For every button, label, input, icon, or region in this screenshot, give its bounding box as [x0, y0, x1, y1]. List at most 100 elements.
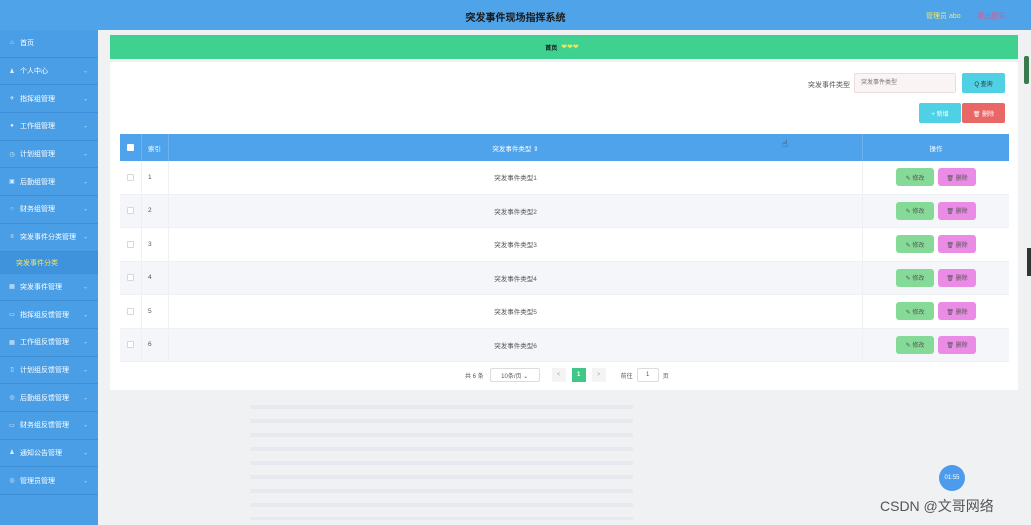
main-panel: 突发事件类型 Q 查询 + 新增 🗑 删除 索引 突发事件类型 ⇕ ☝ 操作 1…	[110, 62, 1018, 390]
sidebar-item[interactable]: ▦ 突发事件管理 ⌄	[0, 274, 98, 302]
sidebar-item-label: 个人中心	[20, 68, 48, 76]
chevron-down-icon: ⌄	[82, 234, 88, 241]
prev-page-button[interactable]: <	[551, 368, 566, 382]
user-icon: ♟	[9, 450, 15, 457]
sidebar-item[interactable]: ○ 财务组管理 ⌄	[0, 196, 98, 224]
app-title: 突发事件现场指挥系统	[465, 13, 566, 24]
row-checkbox[interactable]	[127, 207, 134, 215]
page-1-button[interactable]: 1	[571, 368, 586, 382]
chevron-down-icon: ⌄	[82, 450, 88, 457]
logout-link[interactable]: 退出登录	[977, 11, 1005, 21]
edge-handle[interactable]	[1027, 248, 1031, 276]
table-row: 4 突发事件类型4 ✎ 修改 🗑 删除	[120, 261, 1009, 295]
sidebar-item[interactable]: ≡ 突发事件分类管理 ⌄	[0, 224, 98, 252]
sidebar-item[interactable]: ◷ 计划组管理 ⌄	[0, 141, 98, 169]
doc-icon: ▯	[10, 367, 14, 374]
edit-button[interactable]: ✎ 修改	[896, 168, 934, 187]
row-index: 2	[142, 194, 169, 227]
row-checkbox[interactable]	[127, 240, 134, 248]
chevron-down-icon: ⌄	[82, 312, 88, 319]
edit-button[interactable]: ✎ 修改	[896, 302, 934, 321]
menu-icon: ≡	[10, 234, 14, 241]
pagination: 共 6 条 10条/页 ⌄ < 1 > 前往 1 页	[465, 368, 669, 382]
delete-button[interactable]: 🗑 删除	[938, 201, 976, 220]
goto-prefix: 前往	[620, 373, 633, 380]
chevron-down-icon: ⌄	[82, 179, 88, 186]
chevron-down-icon: ⌄	[82, 284, 88, 291]
bulk-delete-button[interactable]: 🗑 删除	[962, 103, 1005, 123]
row-type: 突发事件类型3	[169, 228, 863, 261]
delete-button[interactable]: 🗑 删除	[938, 168, 976, 187]
chevron-down-icon: ⌄	[82, 151, 88, 158]
sidebar-item[interactable]: ▦ 工作组反馈管理 ⌄	[0, 329, 98, 357]
sidebar-item[interactable]: ✈ 指挥组管理 ⌄	[0, 85, 98, 114]
sidebar-item[interactable]: ⌂ 首页	[0, 30, 98, 58]
grid-icon: ▦	[9, 284, 15, 291]
row-index: 1	[142, 161, 169, 194]
sidebar-item[interactable]: ● 工作组管理 ⌄	[0, 113, 98, 141]
sidebar-subitem-active[interactable]: 突发事件分类	[0, 251, 98, 274]
top-bar: 突发事件现场指挥系统 管理员 abo 退出登录	[0, 0, 1031, 30]
breadcrumb-home[interactable]: 首页	[545, 43, 557, 52]
sidebar-item[interactable]: ♟ 通知公告管理 ⌄	[0, 440, 98, 468]
timer-badge[interactable]: 01:55	[939, 465, 965, 491]
goto-suffix: 页	[662, 373, 669, 380]
breadcrumb-separator: ❤❤❤	[561, 44, 579, 51]
row-checkbox[interactable]	[127, 307, 134, 315]
row-actions: ✎ 修改 🗑 删除	[863, 195, 1009, 228]
delete-button[interactable]: 🗑 删除	[938, 302, 976, 321]
home-icon: ⌂	[10, 40, 14, 47]
search-input[interactable]	[854, 73, 956, 93]
row-checkbox[interactable]	[127, 341, 134, 349]
chevron-down-icon: ⌄	[82, 96, 88, 103]
sidebar-item[interactable]: ◎ 后勤组反馈管理 ⌄	[0, 384, 98, 412]
select-all-checkbox[interactable]	[127, 144, 134, 151]
sidebar-item[interactable]: ♟ 个人中心 ⌄	[0, 58, 98, 86]
row-checkbox-cell	[120, 295, 142, 328]
edit-button[interactable]: ✎ 修改	[896, 235, 934, 254]
query-button[interactable]: Q 查询	[962, 73, 1005, 93]
goto-page-input[interactable]: 1	[636, 368, 659, 382]
edit-button[interactable]: ✎ 修改	[896, 335, 934, 354]
delete-button[interactable]: 🗑 删除	[938, 235, 976, 254]
sidebar-item[interactable]: ▭ 财务组反馈管理 ⌄	[0, 412, 98, 440]
chevron-down-icon: ⌄	[82, 206, 88, 213]
watermark: CSDN @文哥网络	[880, 498, 994, 514]
row-index: 4	[142, 261, 169, 294]
row-checkbox[interactable]	[127, 274, 134, 282]
grid-icon: ▦	[9, 339, 15, 346]
edit-button[interactable]: ✎ 修改	[896, 268, 934, 287]
sidebar-item[interactable]: ◎ 管理员管理 ⌄	[0, 467, 98, 495]
faded-background-content	[250, 405, 633, 520]
next-page-button[interactable]: >	[591, 368, 606, 382]
row-type: 突发事件类型6	[169, 328, 863, 361]
sidebar-item[interactable]: ▯ 计划组反馈管理 ⌄	[0, 357, 98, 385]
user-icon: ♟	[9, 68, 15, 75]
chevron-down-icon: ⌄	[82, 367, 88, 374]
page-size-select[interactable]: 10条/页 ⌄	[489, 368, 540, 382]
sidebar-item-label: 后勤组管理	[20, 178, 55, 186]
chevron-down-icon: ⌄	[82, 68, 88, 75]
table-body: 1 突发事件类型1 ✎ 修改 🗑 删除 2 突发事件类型2 ✎ 修改 🗑 删除 3 突发事件类型3…	[120, 161, 1009, 362]
data-table: 索引 突发事件类型 ⇕ ☝ 操作 1 突发事件类型1 ✎ 修改 🗑 删除 2 突发事件类型…	[120, 134, 1009, 362]
table-row: 3 突发事件类型3 ✎ 修改 🗑 删除	[120, 228, 1009, 262]
row-checkbox[interactable]	[127, 173, 134, 181]
sidebar-item-label: 指挥组反馈管理	[20, 311, 69, 319]
sidebar-item[interactable]: ▣ 后勤组管理 ⌄	[0, 168, 98, 197]
row-actions: ✎ 修改 🗑 删除	[863, 262, 1009, 295]
sidebar-item-label: 财务组管理	[20, 206, 55, 214]
hand-cursor-icon: ☝	[782, 139, 789, 150]
sidebar-item-label: 指挥组管理	[20, 95, 55, 103]
chevron-down-icon: ⌄	[82, 339, 88, 346]
sidebar-item-label: 首页	[20, 40, 34, 48]
add-button[interactable]: + 新增	[919, 103, 961, 123]
header-type[interactable]: 突发事件类型 ⇕ ☝	[169, 134, 863, 161]
sidebar-item[interactable]: ▭ 指挥组反馈管理 ⌄	[0, 301, 98, 329]
delete-button[interactable]: 🗑 删除	[938, 335, 976, 354]
scroll-indicator[interactable]	[1024, 56, 1029, 84]
table-row: 5 突发事件类型5 ✎ 修改 🗑 删除	[120, 295, 1009, 329]
sidebar-item-label: 计划组反馈管理	[20, 366, 69, 374]
row-actions: ✎ 修改 🗑 删除	[863, 161, 1009, 194]
delete-button[interactable]: 🗑 删除	[938, 268, 976, 287]
edit-button[interactable]: ✎ 修改	[896, 201, 934, 220]
